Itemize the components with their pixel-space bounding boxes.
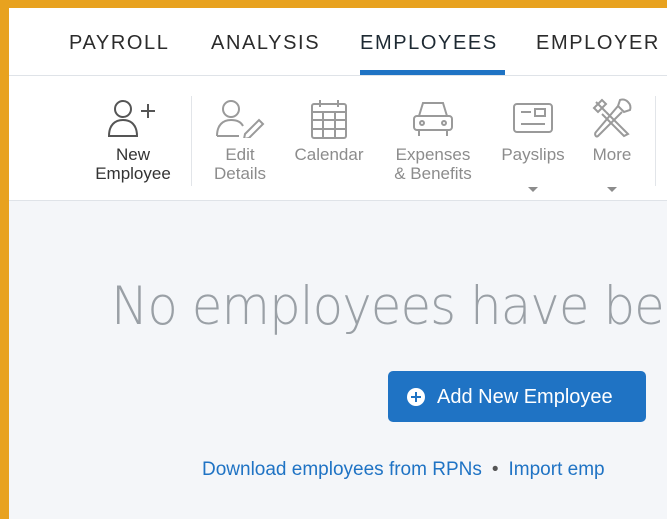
tab-employer[interactable]: EMPLOYER [536, 30, 660, 56]
top-navigation: PAYROLL ANALYSIS EMPLOYEES EMPLOYER [9, 8, 667, 75]
chevron-down-icon [607, 187, 617, 192]
calendar-icon [311, 100, 347, 139]
person-edit-icon [216, 100, 265, 138]
payslip-icon [513, 103, 553, 133]
plus-circle-icon [407, 388, 425, 406]
person-add-icon [107, 100, 155, 137]
tools-icon [592, 98, 632, 138]
app-window: PAYROLL ANALYSIS EMPLOYEES EMPLOYER New … [9, 8, 667, 519]
empty-state-links: Download employees from RPNs • Import emp [202, 458, 605, 482]
edit-details-label-line1: Edit [225, 145, 255, 164]
expenses-label-line1: Expenses [395, 145, 471, 164]
chevron-down-icon [528, 187, 538, 192]
car-icon [413, 102, 453, 136]
employee-toolbar: New Employee Edit Details Calendar Expen… [9, 75, 667, 201]
expenses-benefits-button[interactable]: Expenses & Benefits [385, 76, 481, 202]
new-employee-button[interactable]: New Employee [87, 76, 179, 202]
payslips-menu-button[interactable]: Payslips [495, 76, 571, 202]
empty-state-title: No employees have be [111, 276, 665, 337]
edit-details-button[interactable]: Edit Details [205, 76, 275, 202]
tab-analysis[interactable]: ANALYSIS [211, 30, 320, 56]
add-new-employee-button[interactable]: Add New Employee [388, 371, 646, 422]
add-new-employee-label: Add New Employee [437, 386, 613, 408]
calendar-button[interactable]: Calendar [287, 76, 371, 202]
link-separator: • [491, 459, 499, 480]
tab-employees[interactable]: EMPLOYEES [360, 30, 498, 56]
calendar-label: Calendar [294, 145, 364, 164]
tab-payroll[interactable]: PAYROLL [69, 30, 170, 56]
toolbar-divider [655, 96, 656, 186]
more-label: More [592, 145, 632, 164]
new-employee-label-line1: New [115, 145, 150, 164]
payslips-label: Payslips [501, 145, 565, 164]
expenses-label-line2: & Benefits [394, 164, 472, 183]
edit-details-label-line2: Details [214, 164, 266, 183]
more-menu-button[interactable]: More [579, 76, 645, 202]
new-employee-label-line2: Employee [95, 164, 171, 183]
import-employees-link[interactable]: Import emp [509, 459, 605, 480]
download-employees-link[interactable]: Download employees from RPNs [202, 459, 482, 480]
toolbar-divider [191, 96, 192, 186]
